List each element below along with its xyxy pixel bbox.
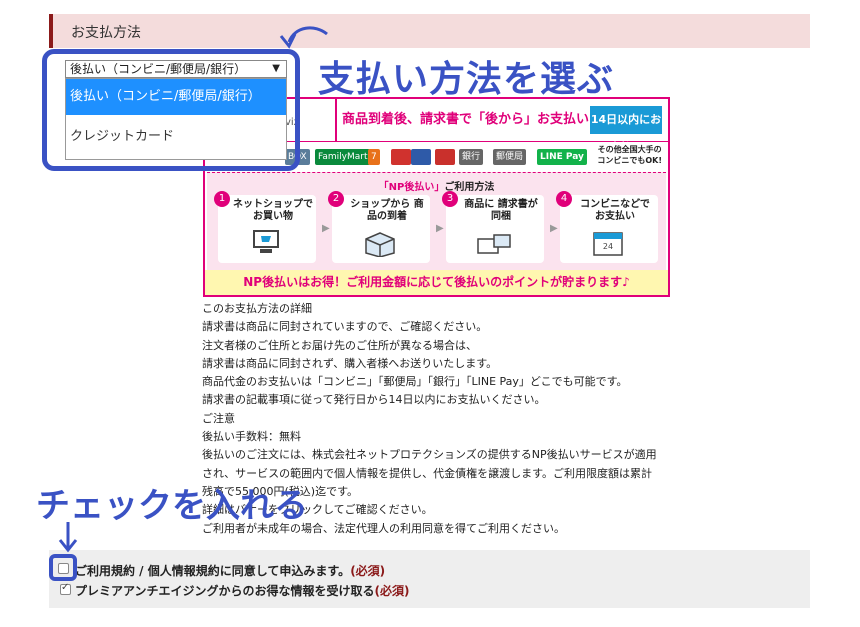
store-logo-ministop-icon xyxy=(411,149,431,165)
required-mark: (必須) xyxy=(374,584,410,598)
computer-cart-icon xyxy=(253,230,279,253)
usage-steps: 「NP後払い」ご利用方法 1 ネットショップで お買い物 ▶ 2 ショップから … xyxy=(207,172,666,271)
down-arrow-icon xyxy=(58,522,78,553)
details-line: 後払いのご注文には、株式会社ネットプロテクションズの提供するNP後払いサービスが… xyxy=(202,448,657,462)
step-3: 3 商品に 請求書が同梱 xyxy=(442,191,544,263)
store-logo-line-pay: LINE Pay xyxy=(537,149,587,165)
store-logo-post-office: 郵便局 xyxy=(493,149,527,165)
step-1: 1 ネットショップで お買い物 xyxy=(214,191,316,263)
details-line: ご注意 xyxy=(202,411,235,425)
invoice-box-icon xyxy=(477,234,511,254)
payment-method-header: お支払方法 xyxy=(49,14,810,48)
details-line: 請求書は商品に同封されず、購入者様へお送りいたします。 xyxy=(202,356,498,370)
consent-section xyxy=(49,550,810,608)
store-logo-seven: 7 xyxy=(368,149,380,165)
details-line: 後払い手数料：無料 xyxy=(202,430,301,444)
payment-method-title: お支払方法 xyxy=(71,25,141,41)
details-line: 請求書の記載事項に従って発行日から14日以内にお支払いください。 xyxy=(202,393,546,407)
svg-text:24: 24 xyxy=(603,242,613,251)
step-4: 4 コンビニなどで お支払い 24 xyxy=(556,191,658,263)
store-logo-familymart: FamilyMart xyxy=(315,149,371,165)
store-logo-lawson-icon xyxy=(391,149,411,165)
checkbox-highlight-annotation xyxy=(49,554,77,581)
details-line: このお支払方法の詳細 xyxy=(202,302,312,315)
step-2: 2 ショップから 商品の到着 xyxy=(328,191,430,263)
newsletter-checkbox[interactable] xyxy=(60,582,71,595)
dropdown-highlight-annotation xyxy=(42,49,300,171)
terms-consent-label[interactable]: ご利用規約 / 個人情報規約に同意して申込みます。(必須) xyxy=(75,562,385,579)
store-note: その他全国大手の コンビニでもOK! xyxy=(597,145,662,165)
banner-footer: NP後払いはお得！ご利用金額に応じて後払いのポイントが貯まります♪ xyxy=(205,270,668,295)
chevron-right-icon: ▶ xyxy=(436,223,444,234)
store-logo-seicomart-icon xyxy=(435,149,455,165)
convenience-store-icon: 24 xyxy=(593,232,623,256)
required-mark: (必須) xyxy=(350,564,386,578)
chevron-right-icon: ▶ xyxy=(322,223,330,234)
banner-tagline: 商品到着後、請求書で「後から」お支払い xyxy=(335,99,594,141)
annotation-choose-method: 支払い方法を選ぶ xyxy=(318,59,615,100)
details-line: 注文者様のご住所とお届け先のご住所が異なる場合は、 xyxy=(202,338,477,352)
details-line: 商品代金のお支払いは「コンビニ」「郵便局」「銀行」「LINE Pay」どこでも可… xyxy=(202,375,628,389)
package-icon xyxy=(365,232,395,257)
store-logo-bank: 銀行 xyxy=(459,149,484,165)
chevron-right-icon: ▶ xyxy=(550,223,558,234)
days-badge: 14日以内にお支払い xyxy=(590,106,662,154)
steps-title: 「NP後払い」ご利用方法 xyxy=(378,182,495,193)
newsletter-label[interactable]: プレミアアンチエイジングからのお得な情報を受け取る(必須) xyxy=(75,582,410,599)
details-line: 請求書は商品に同封されていますので、ご確認ください。 xyxy=(202,320,488,334)
